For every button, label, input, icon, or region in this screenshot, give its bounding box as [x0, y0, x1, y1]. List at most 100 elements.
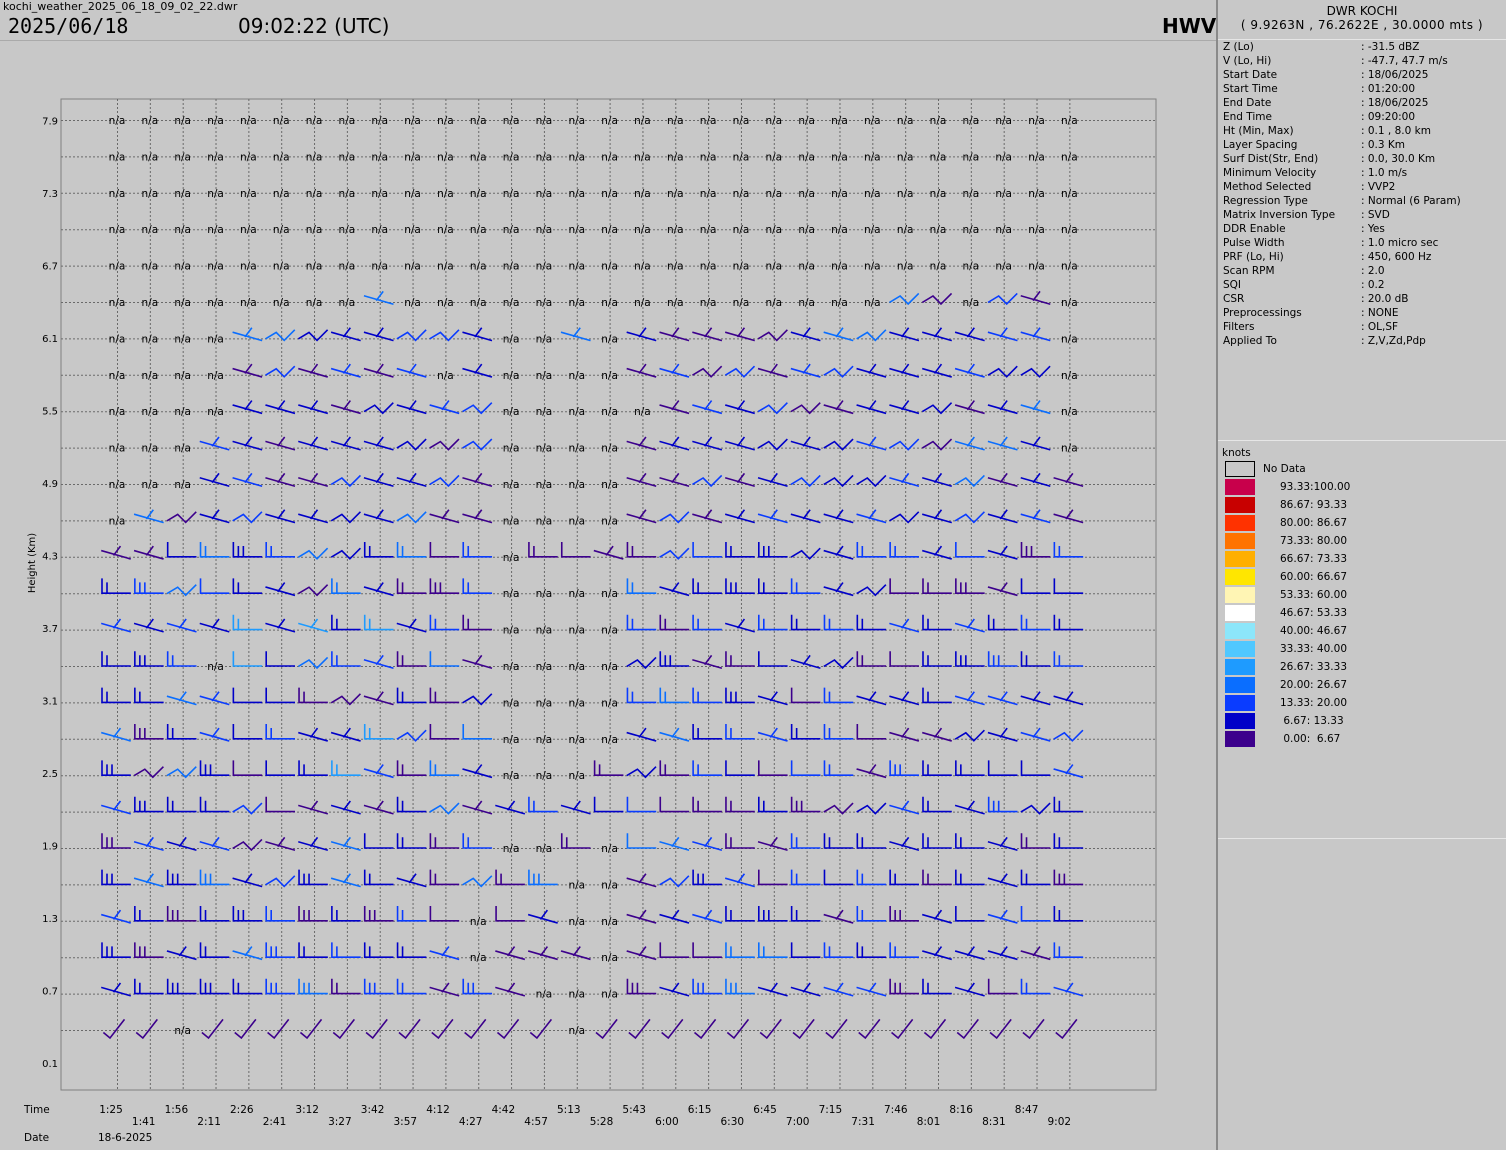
- na-label: n/a: [240, 261, 257, 273]
- na-label: n/a: [404, 261, 421, 273]
- na-label: n/a: [174, 406, 191, 418]
- na-label: n/a: [536, 697, 553, 709]
- na-label: n/a: [897, 115, 914, 127]
- na-label: n/a: [798, 297, 815, 309]
- na-label: n/a: [667, 115, 684, 127]
- info-key: Filters: [1223, 321, 1255, 333]
- na-label: n/a: [503, 406, 520, 418]
- na-label: n/a: [142, 151, 159, 163]
- na-label: n/a: [963, 224, 980, 236]
- na-label: n/a: [568, 479, 585, 491]
- na-label: n/a: [371, 224, 388, 236]
- na-label: n/a: [765, 261, 782, 273]
- info-row: Preprocessings: NONE: [1223, 306, 1503, 320]
- na-label: n/a: [306, 261, 323, 273]
- na-label: n/a: [568, 406, 585, 418]
- x-tick-label: 8:16: [949, 1104, 973, 1116]
- na-label: n/a: [536, 989, 553, 1001]
- legend-entry: 93.33:100.00: [1222, 478, 1350, 496]
- na-label: n/a: [174, 479, 191, 491]
- info-key: Start Date: [1223, 69, 1278, 81]
- legend-entry: 80.00: 86.67: [1222, 514, 1347, 532]
- legend-label: 86.67: 93.33: [1280, 499, 1347, 511]
- na-label: n/a: [536, 770, 553, 782]
- na-label: n/a: [503, 151, 520, 163]
- legend-no-data-swatch: [1225, 461, 1255, 477]
- info-key: Matrix Inversion Type: [1223, 209, 1336, 221]
- info-value: : -47.7, 47.7 m/s: [1361, 55, 1448, 67]
- legend-swatch: [1225, 479, 1255, 495]
- info-value: : 20.0 dB: [1361, 293, 1409, 305]
- info-key: Pulse Width: [1223, 237, 1285, 249]
- info-value: : Normal (6 Param): [1361, 195, 1461, 207]
- y-tick-label: 7.3: [42, 189, 58, 200]
- info-key: Scan RPM: [1223, 265, 1275, 277]
- info-row: Matrix Inversion Type: SVD: [1223, 208, 1503, 222]
- info-value: : 0.1 , 8.0 km: [1361, 125, 1431, 137]
- na-label: n/a: [142, 370, 159, 382]
- na-label: n/a: [240, 151, 257, 163]
- legend-label: 33.33: 40.00: [1280, 643, 1347, 655]
- legend: knots No Data 93.33:100.00 86.67: 93.33 80…: [1222, 446, 1350, 748]
- legend-swatch: [1225, 515, 1255, 531]
- legend-label: 40.00: 46.67: [1280, 625, 1347, 637]
- na-label: n/a: [437, 261, 454, 273]
- info-value: : 0.3 Km: [1361, 139, 1406, 151]
- info-key: End Date: [1223, 97, 1272, 109]
- na-label: n/a: [700, 261, 717, 273]
- na-label: n/a: [306, 297, 323, 309]
- na-label: n/a: [930, 115, 947, 127]
- info-key: DDR Enable: [1223, 223, 1286, 235]
- na-label: n/a: [273, 188, 290, 200]
- na-label: n/a: [503, 515, 520, 527]
- na-label: n/a: [109, 115, 126, 127]
- na-label: n/a: [536, 588, 553, 600]
- x-axis-label: Time: [23, 1104, 50, 1116]
- na-label: n/a: [601, 588, 618, 600]
- info-value: : 1.0 m/s: [1361, 167, 1408, 179]
- info-row: Ht (Min, Max): 0.1 , 8.0 km: [1223, 124, 1503, 138]
- info-row: Pulse Width: 1.0 micro sec: [1223, 236, 1503, 250]
- na-label: n/a: [174, 297, 191, 309]
- legend-label: 20.00: 26.67: [1280, 679, 1347, 691]
- na-label: n/a: [667, 151, 684, 163]
- na-label: n/a: [371, 115, 388, 127]
- na-label: n/a: [536, 115, 553, 127]
- na-label: n/a: [995, 151, 1012, 163]
- na-label: n/a: [174, 370, 191, 382]
- info-key: Surf Dist(Str, End): [1223, 153, 1319, 165]
- na-label: n/a: [470, 297, 487, 309]
- na-label: n/a: [174, 261, 191, 273]
- info-key: Method Selected: [1223, 181, 1312, 193]
- na-label: n/a: [601, 224, 618, 236]
- na-label: n/a: [733, 151, 750, 163]
- na-label: n/a: [503, 261, 520, 273]
- na-label: n/a: [536, 297, 553, 309]
- na-label: n/a: [306, 115, 323, 127]
- na-label: n/a: [798, 188, 815, 200]
- na-label: n/a: [864, 188, 881, 200]
- na-label: n/a: [864, 224, 881, 236]
- x-tick-label: 4:42: [492, 1104, 516, 1116]
- na-label: n/a: [1061, 333, 1078, 345]
- na-label: n/a: [601, 479, 618, 491]
- na-label: n/a: [798, 261, 815, 273]
- na-label: n/a: [437, 370, 454, 382]
- na-label: n/a: [306, 188, 323, 200]
- info-row: End Time: 09:20:00: [1223, 110, 1503, 124]
- na-label: n/a: [765, 115, 782, 127]
- y-tick-label: 2.5: [42, 769, 58, 780]
- na-label: n/a: [1061, 406, 1078, 418]
- y-tick-label: 6.7: [42, 262, 58, 273]
- na-label: n/a: [207, 661, 224, 673]
- na-label: n/a: [207, 297, 224, 309]
- na-label: n/a: [1028, 151, 1045, 163]
- na-label: n/a: [733, 224, 750, 236]
- info-row: Method Selected: VVP2: [1223, 180, 1503, 194]
- na-label: n/a: [831, 261, 848, 273]
- x-tick-label: 7:15: [819, 1104, 843, 1116]
- na-label: n/a: [667, 297, 684, 309]
- na-label: n/a: [1028, 188, 1045, 200]
- na-label: n/a: [503, 333, 520, 345]
- na-label: n/a: [568, 443, 585, 455]
